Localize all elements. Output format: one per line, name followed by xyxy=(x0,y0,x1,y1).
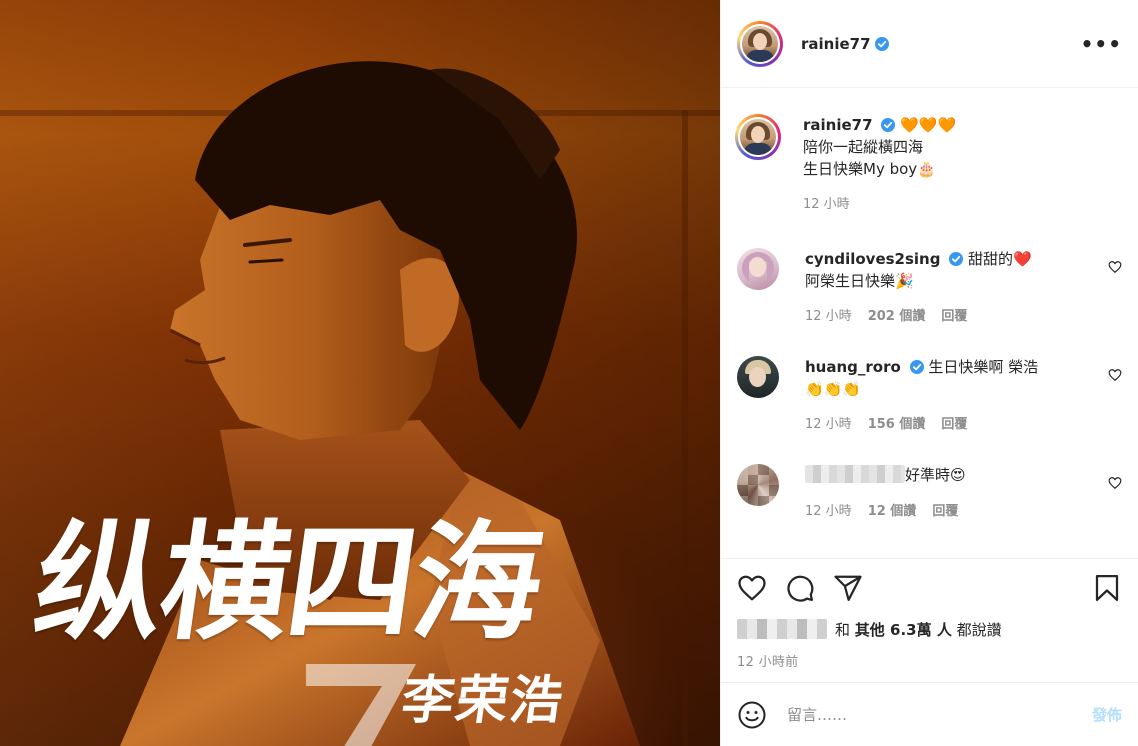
verified-badge-icon xyxy=(881,118,896,132)
verified-badge-icon xyxy=(949,252,964,266)
emoji-smiley-icon[interactable] xyxy=(737,700,767,730)
comment-likes[interactable]: 12 個讚 xyxy=(868,501,917,523)
comment-item: 好準時😍 12 小時 12 個讚 回覆 xyxy=(737,464,1122,523)
post-image[interactable]: 纵横四海 李荣浩 xyxy=(0,0,720,746)
post-header: rainie77 ••• xyxy=(721,0,1138,88)
comment-username[interactable]: cyndiloves2sing xyxy=(805,250,940,268)
likes-and-label: 和 xyxy=(835,620,851,639)
likes-summary: 和 其他 6.3萬 人 都說讚 xyxy=(721,617,1138,641)
comment-username[interactable]: huang_roro xyxy=(805,358,901,376)
comment-text: 甜甜的❤️ xyxy=(968,250,1032,268)
author-avatar[interactable] xyxy=(737,20,783,67)
comment-time[interactable]: 12 小時 xyxy=(805,306,852,328)
comment-text-line-2: 阿榮生日快樂🎉 xyxy=(805,272,914,290)
comment-time[interactable]: 12 小時 xyxy=(805,501,852,523)
share-send-icon[interactable] xyxy=(833,573,863,603)
comment-text: 好準時😍 xyxy=(905,466,966,484)
likes-suffix: 都說讚 xyxy=(956,620,1002,639)
blurred-username[interactable] xyxy=(805,465,905,483)
likes-others-link[interactable]: 其他 6.3萬 人 xyxy=(855,619,952,640)
comment-like-heart-icon[interactable] xyxy=(1108,476,1122,490)
caption-time[interactable]: 12 小時 xyxy=(803,194,850,216)
comment-bubble-icon[interactable] xyxy=(785,573,815,603)
comments-list[interactable]: rainie77 🧡🧡🧡 陪你一起縱橫四海 生日快樂My boy🎂 12 小時 xyxy=(721,88,1138,558)
blurred-liker-avatars xyxy=(737,619,827,639)
caption-line-1: 陪你一起縱橫四海 xyxy=(803,138,924,156)
album-title: 纵横四海 xyxy=(25,509,551,658)
post-comment-button[interactable]: 發佈 xyxy=(1092,704,1122,725)
comment-likes[interactable]: 156 個讚 xyxy=(868,414,926,436)
reply-button[interactable]: 回覆 xyxy=(941,414,967,436)
caption: rainie77 🧡🧡🧡 陪你一起縱橫四海 生日快樂My boy🎂 12 小時 xyxy=(735,114,1122,216)
artist-name: 李荣浩 xyxy=(397,671,569,731)
reply-button[interactable]: 回覆 xyxy=(932,501,958,523)
comment-text: 生日快樂啊 榮浩 xyxy=(928,358,1039,376)
reply-button[interactable]: 回覆 xyxy=(941,306,967,328)
comment-likes[interactable]: 202 個讚 xyxy=(868,306,926,328)
caption-username[interactable]: rainie77 xyxy=(803,116,873,134)
caption-hearts: 🧡🧡🧡 xyxy=(900,116,957,134)
comment-input[interactable] xyxy=(785,704,1092,725)
commenter-avatar[interactable] xyxy=(737,248,779,290)
instagram-post: 纵横四海 李荣浩 rainie77 ••• rainie77 🧡🧡🧡 陪你一起縱… xyxy=(0,0,1138,746)
save-bookmark-icon[interactable] xyxy=(1092,573,1122,603)
comment-like-heart-icon[interactable] xyxy=(1108,368,1122,382)
commenter-avatar[interactable] xyxy=(737,464,779,506)
author-username[interactable]: rainie77 xyxy=(801,35,871,53)
comment-text-line-2: 👏👏👏 xyxy=(805,380,862,398)
post-sidebar: rainie77 ••• rainie77 🧡🧡🧡 陪你一起縱橫四海 生日快樂M… xyxy=(720,0,1138,746)
caption-avatar[interactable] xyxy=(735,114,781,160)
comment-composer: 發佈 xyxy=(721,682,1138,746)
like-heart-icon[interactable] xyxy=(737,573,767,603)
more-options-button[interactable]: ••• xyxy=(1081,34,1122,54)
comment-time[interactable]: 12 小時 xyxy=(805,414,852,436)
post-timestamp[interactable]: 12 小時前 xyxy=(721,651,1138,670)
caption-line-2: 生日快樂My boy🎂 xyxy=(803,160,936,178)
commenter-avatar[interactable] xyxy=(737,356,779,398)
verified-badge-icon xyxy=(874,36,889,51)
comment-like-heart-icon[interactable] xyxy=(1108,260,1122,274)
post-actions: 和 其他 6.3萬 人 都說讚 12 小時前 xyxy=(721,558,1138,670)
verified-badge-icon xyxy=(909,360,924,374)
comment-item: cyndiloves2sing 甜甜的❤️ 阿榮生日快樂🎉 12 小時 202 … xyxy=(737,248,1122,328)
comment-item: huang_roro 生日快樂啊 榮浩 👏👏👏 12 小時 156 個讚 回覆 xyxy=(737,356,1122,436)
